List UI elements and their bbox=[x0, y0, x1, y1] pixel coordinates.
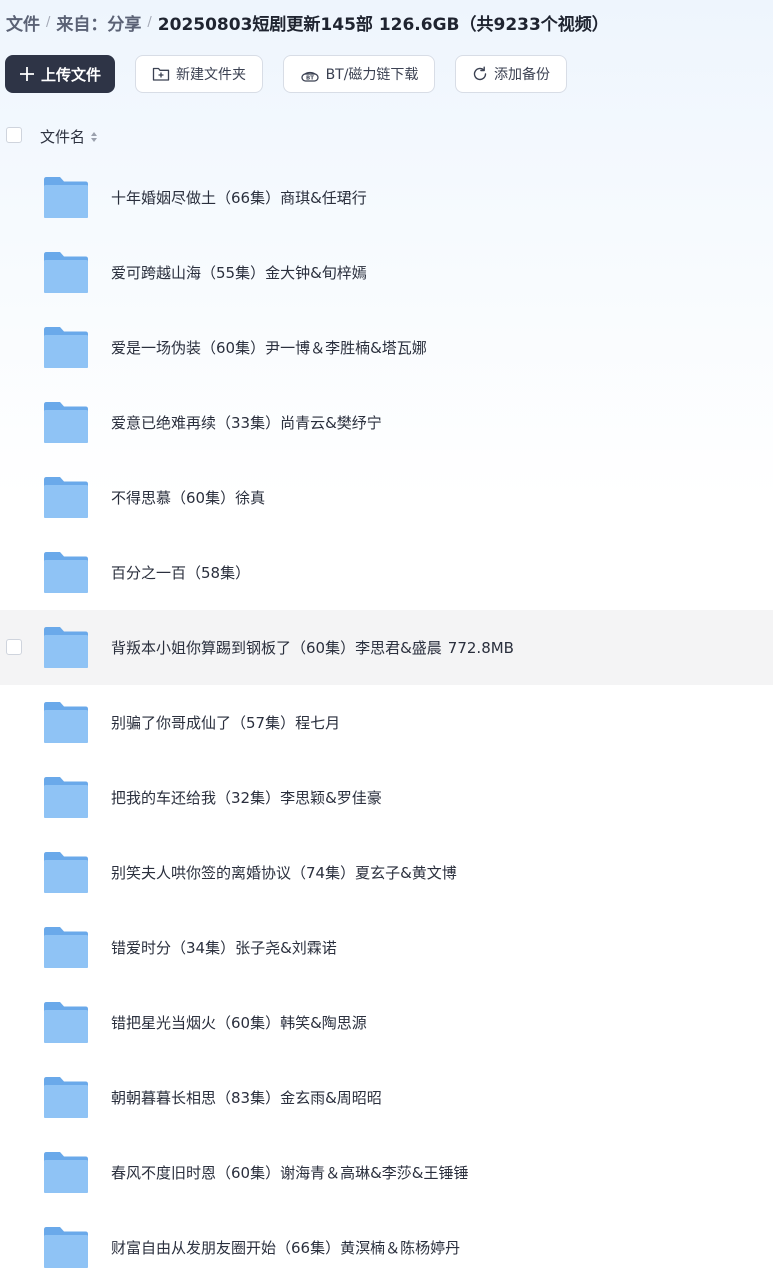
svg-text:BT: BT bbox=[306, 76, 314, 82]
file-name[interactable]: 背叛本小姐你算踢到钢板了（60集）李思君&盛晨 772.8MB bbox=[111, 637, 514, 658]
file-row-hovered[interactable]: 背叛本小姐你算踢到钢板了（60集）李思君&盛晨 772.8MB bbox=[0, 610, 773, 685]
sort-icon[interactable] bbox=[90, 131, 98, 143]
file-name[interactable]: 百分之一百（58集） bbox=[111, 562, 250, 583]
file-name[interactable]: 错爱时分（34集）张子尧&刘霖诺 bbox=[111, 937, 337, 958]
file-name[interactable]: 朝朝暮暮长相思（83集）金玄雨&周昭昭 bbox=[111, 1087, 382, 1108]
file-name-text: 十年婚姻尽做土（66集）商琪&任珺行 bbox=[111, 189, 367, 207]
add-backup-button-label: 添加备份 bbox=[494, 67, 550, 83]
file-name-text: 财富自由从发朋友圈开始（66集）黄溟楠＆陈杨婷丹 bbox=[111, 1239, 461, 1257]
file-name[interactable]: 财富自由从发朋友圈开始（66集）黄溟楠＆陈杨婷丹 bbox=[111, 1237, 460, 1258]
folder-icon bbox=[43, 1151, 89, 1194]
file-row[interactable]: 不得思慕（60集）徐真 bbox=[0, 460, 773, 535]
file-name-text: 朝朝暮暮长相思（83集）金玄雨&周昭昭 bbox=[111, 1089, 382, 1107]
upload-button[interactable]: 上传文件 bbox=[5, 55, 115, 93]
new-folder-button[interactable]: 新建文件夹 bbox=[135, 55, 263, 93]
file-name-text: 别骗了你哥成仙了（57集）程七月 bbox=[111, 714, 341, 732]
file-row[interactable]: 百分之一百（58集） bbox=[0, 535, 773, 610]
toolbar: 上传文件 新建文件夹 BT BT/磁力链下载 添加备份 bbox=[5, 55, 567, 93]
file-row[interactable]: 别笑夫人哄你签的离婚协议（74集）夏玄子&黄文博 bbox=[0, 835, 773, 910]
file-name[interactable]: 别笑夫人哄你签的离婚协议（74集）夏玄子&黄文博 bbox=[111, 862, 457, 883]
file-row[interactable]: 春风不度旧时恩（60集）谢海青＆高琳&李莎&王锤锤 bbox=[0, 1135, 773, 1210]
folder-icon bbox=[43, 476, 89, 519]
bt-magnet-download-button-label: BT/磁力链下载 bbox=[325, 67, 419, 83]
bt-magnet-download-button[interactable]: BT BT/磁力链下载 bbox=[283, 55, 435, 93]
folder-icon bbox=[43, 851, 89, 894]
file-name-text: 错把星光当烟火（60集）韩笑&陶思源 bbox=[111, 1014, 367, 1032]
list-header: 文件名 bbox=[0, 120, 773, 152]
file-name-text: 把我的车还给我（32集）李思颖&罗佳豪 bbox=[111, 789, 382, 807]
new-folder-icon bbox=[152, 66, 170, 82]
file-name[interactable]: 把我的车还给我（32集）李思颖&罗佳豪 bbox=[111, 787, 382, 808]
file-row[interactable]: 爱可跨越山海（55集）金大钟&旬梓嫣 bbox=[0, 235, 773, 310]
file-name[interactable]: 爱是一场伪装（60集）尹一博＆李胜楠&塔瓦娜 bbox=[111, 337, 427, 358]
file-size: 772.8MB bbox=[447, 639, 514, 657]
folder-icon bbox=[43, 776, 89, 819]
folder-icon bbox=[43, 401, 89, 444]
file-name-text: 别笑夫人哄你签的离婚协议（74集）夏玄子&黄文博 bbox=[111, 864, 457, 882]
folder-icon bbox=[43, 701, 89, 744]
file-name-text: 爱可跨越山海（55集）金大钟&旬梓嫣 bbox=[111, 264, 367, 282]
breadcrumb-separator: / bbox=[147, 14, 152, 30]
file-name-text: 百分之一百（58集） bbox=[111, 564, 251, 582]
folder-icon bbox=[43, 1076, 89, 1119]
file-row[interactable]: 把我的车还给我（32集）李思颖&罗佳豪 bbox=[0, 760, 773, 835]
new-folder-button-label: 新建文件夹 bbox=[176, 67, 246, 83]
file-name[interactable]: 爱可跨越山海（55集）金大钟&旬梓嫣 bbox=[111, 262, 367, 283]
file-row[interactable]: 错爱时分（34集）张子尧&刘霖诺 bbox=[0, 910, 773, 985]
folder-icon bbox=[43, 176, 89, 219]
column-header-filename[interactable]: 文件名 bbox=[40, 126, 98, 147]
file-row[interactable]: 爱是一场伪装（60集）尹一博＆李胜楠&塔瓦娜 bbox=[0, 310, 773, 385]
add-backup-button[interactable]: 添加备份 bbox=[455, 55, 567, 93]
breadcrumb-item-shared[interactable]: 来自：分享 bbox=[56, 10, 141, 35]
file-name-text: 错爱时分（34集）张子尧&刘霖诺 bbox=[111, 939, 337, 957]
file-row[interactable]: 朝朝暮暮长相思（83集）金玄雨&周昭昭 bbox=[0, 1060, 773, 1135]
breadcrumb-item-files[interactable]: 文件 bbox=[6, 10, 40, 35]
sync-icon bbox=[472, 66, 488, 82]
folder-icon bbox=[43, 326, 89, 369]
file-name-text: 爱是一场伪装（60集）尹一博＆李胜楠&塔瓦娜 bbox=[111, 339, 427, 357]
file-list: 十年婚姻尽做土（66集）商琪&任珺行 爱可跨越山海（55集）金大钟&旬梓嫣 爱是… bbox=[0, 160, 773, 1285]
file-name[interactable]: 爱意已绝难再续（33集）尚青云&樊纾宁 bbox=[111, 412, 382, 433]
select-all-checkbox[interactable] bbox=[6, 127, 22, 143]
folder-icon bbox=[43, 926, 89, 969]
file-row[interactable]: 财富自由从发朋友圈开始（66集）黄溟楠＆陈杨婷丹 bbox=[0, 1210, 773, 1285]
row-checkbox[interactable] bbox=[6, 639, 22, 655]
folder-icon bbox=[43, 626, 89, 669]
file-row[interactable]: 十年婚姻尽做土（66集）商琪&任珺行 bbox=[0, 160, 773, 235]
folder-icon bbox=[43, 1226, 89, 1269]
breadcrumb-current-folder: 20250803短剧更新145部 126.6GB（共9233个视频） bbox=[157, 14, 609, 35]
breadcrumb-separator: / bbox=[46, 14, 51, 30]
breadcrumb: 文件 / 来自：分享 / 20250803短剧更新145部 126.6GB（共9… bbox=[6, 10, 609, 35]
file-name[interactable]: 春风不度旧时恩（60集）谢海青＆高琳&李莎&王锤锤 bbox=[111, 1162, 468, 1183]
folder-icon bbox=[43, 251, 89, 294]
file-name-text: 春风不度旧时恩（60集）谢海青＆高琳&李莎&王锤锤 bbox=[111, 1164, 469, 1182]
file-row[interactable]: 别骗了你哥成仙了（57集）程七月 bbox=[0, 685, 773, 760]
file-name[interactable]: 别骗了你哥成仙了（57集）程七月 bbox=[111, 712, 340, 733]
file-row[interactable]: 错把星光当烟火（60集）韩笑&陶思源 bbox=[0, 985, 773, 1060]
folder-icon bbox=[43, 551, 89, 594]
file-name[interactable]: 不得思慕（60集）徐真 bbox=[111, 487, 265, 508]
file-name[interactable]: 错把星光当烟火（60集）韩笑&陶思源 bbox=[111, 1012, 367, 1033]
upload-button-label: 上传文件 bbox=[40, 65, 101, 84]
file-name-text: 爱意已绝难再续（33集）尚青云&樊纾宁 bbox=[111, 414, 382, 432]
column-header-filename-label: 文件名 bbox=[40, 128, 86, 146]
folder-icon bbox=[43, 1001, 89, 1044]
file-row[interactable]: 爱意已绝难再续（33集）尚青云&樊纾宁 bbox=[0, 385, 773, 460]
file-name[interactable]: 十年婚姻尽做土（66集）商琪&任珺行 bbox=[111, 187, 367, 208]
plus-icon bbox=[19, 66, 35, 82]
file-name-text: 不得思慕（60集）徐真 bbox=[111, 489, 266, 507]
file-name-text: 背叛本小姐你算踢到钢板了（60集）李思君&盛晨 bbox=[111, 639, 442, 657]
bt-icon: BT bbox=[300, 66, 320, 82]
